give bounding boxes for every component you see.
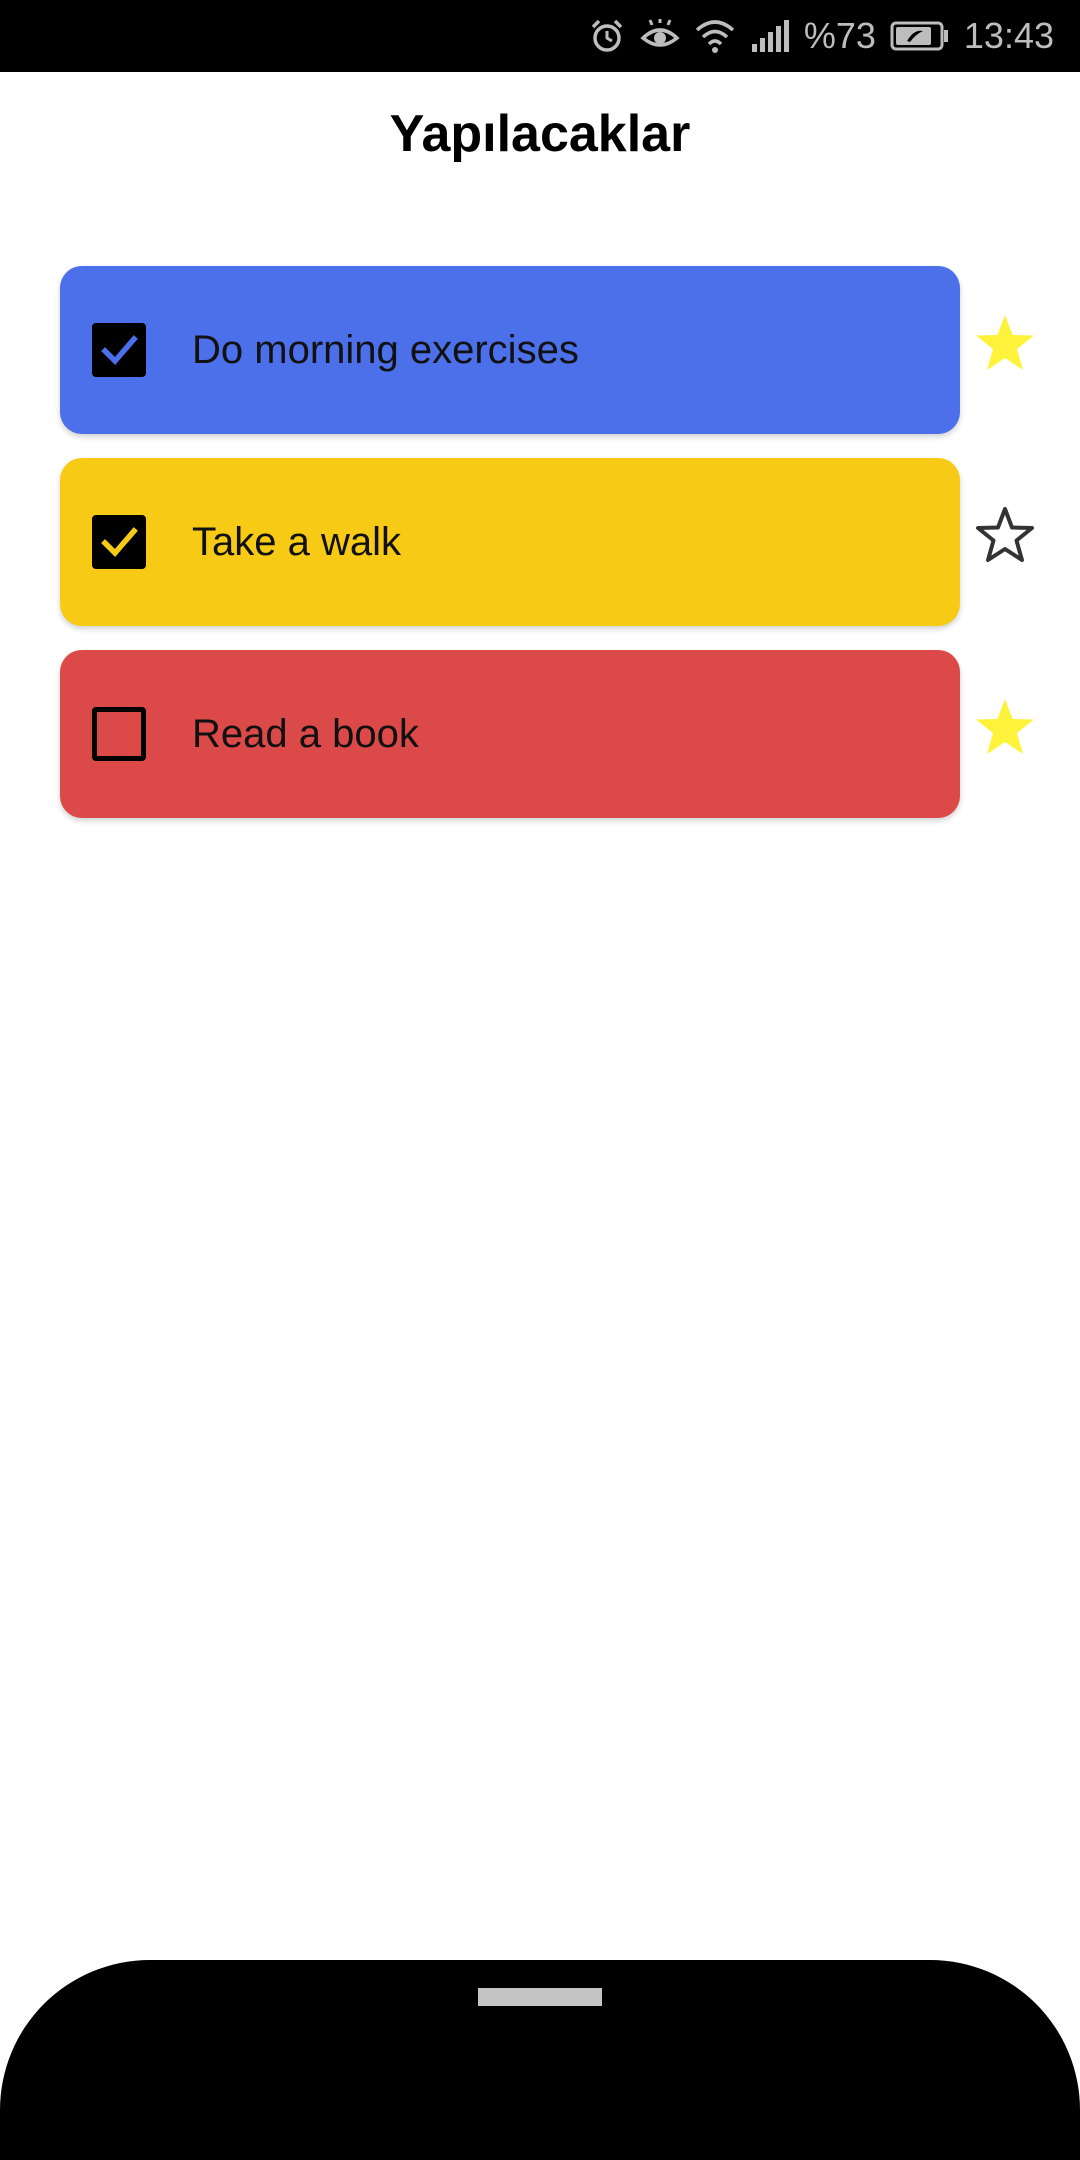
navigation-bar [0,1960,1080,2160]
task-checkbox-unchecked[interactable] [92,707,146,761]
task-card[interactable]: Read a book [60,650,960,818]
star-filled-icon [976,699,1034,754]
wifi-icon [694,18,736,54]
checkmark-icon [101,335,138,366]
battery-percentage: %73 [803,15,876,56]
task-checkbox-checked[interactable] [92,323,146,377]
star-outline-icon [976,507,1034,562]
battery-icon [890,21,950,51]
task-card[interactable]: Do morning exercises [60,266,960,434]
task-row: Read a book [0,650,1080,842]
task-label: Take a walk [192,520,401,564]
task-card[interactable]: Take a walk [60,458,960,626]
task-row: Take a walk [0,458,1080,650]
task-row: Do morning exercises [0,266,1080,458]
alarm-icon [588,17,626,55]
favorite-star-button[interactable] [970,500,1040,570]
favorite-star-button[interactable] [970,692,1040,762]
status-time: 13:43 [963,15,1054,56]
signal-icon [750,20,790,52]
task-checkbox-checked[interactable] [92,515,146,569]
task-list: Do morning exercises Take a walk Read a … [0,266,1080,842]
page-title: Yapılacaklar [389,105,691,163]
task-label: Read a book [192,712,419,756]
star-filled-icon [976,315,1034,370]
home-gesture-handle[interactable] [478,1988,602,2006]
eye-comfort-icon [640,19,680,53]
favorite-star-button[interactable] [970,308,1040,378]
status-bar: %73 13:43 [0,0,1080,72]
checkmark-icon [101,527,138,558]
task-label: Do morning exercises [192,328,579,372]
